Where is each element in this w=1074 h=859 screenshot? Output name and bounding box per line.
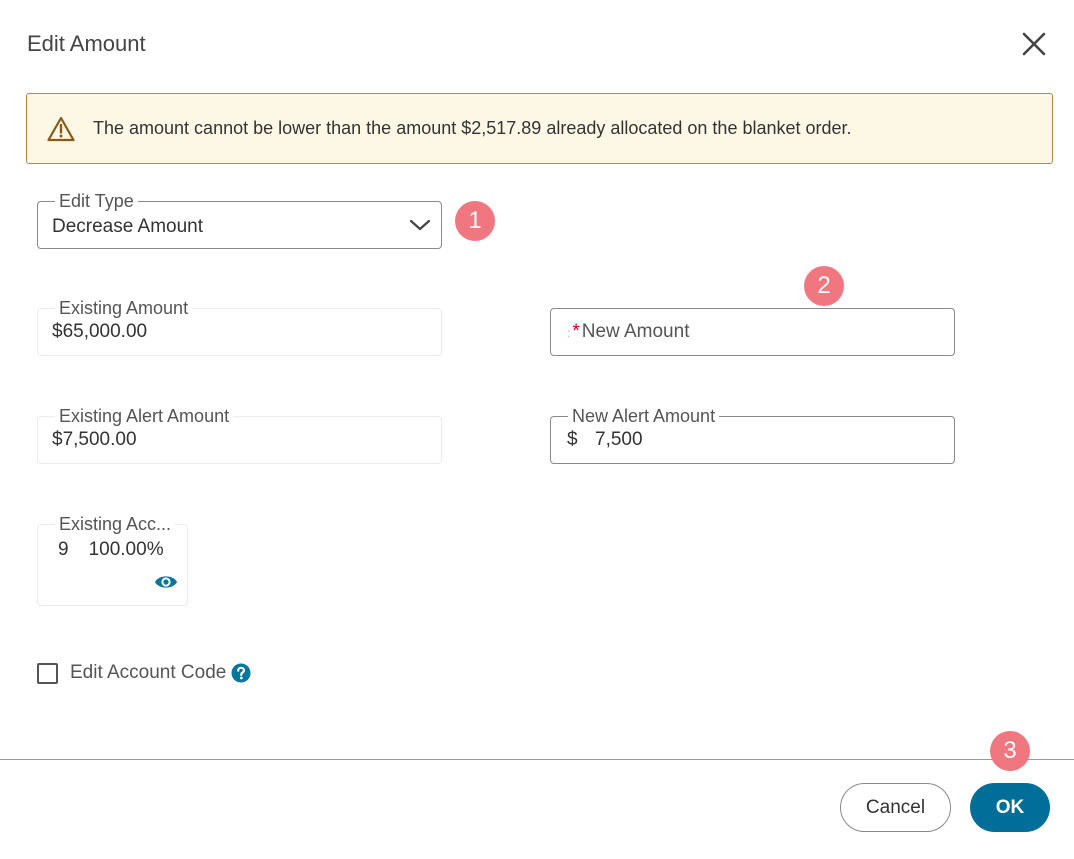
new-alert-amount-input[interactable]: New Alert Amount $ 7,500	[550, 406, 955, 464]
chevron-down-icon	[409, 219, 431, 231]
footer-divider	[0, 759, 1074, 760]
existing-account-label: Existing Acc...	[55, 514, 176, 534]
existing-account-row: 9 100.00%	[58, 539, 164, 561]
annotation-badge-3: 3	[990, 731, 1030, 771]
existing-amount-value: $65,000.00	[52, 321, 148, 342]
annotation-badge-2: 2	[804, 266, 844, 306]
currency-symbol: $	[567, 429, 578, 450]
edit-type-label: Edit Type	[55, 191, 138, 211]
new-amount-placeholder-text: New Amount	[581, 321, 690, 342]
existing-account-number: 9	[58, 539, 69, 560]
new-amount-input[interactable]: : * New Amount	[550, 308, 955, 356]
dialog-title: Edit Amount	[27, 31, 146, 56]
existing-alert-amount-field: Existing Alert Amount $7,500.00	[37, 406, 442, 464]
edit-account-code-row: Edit Account Code	[37, 662, 251, 684]
edit-account-code-checkbox[interactable]	[37, 662, 58, 684]
existing-account-percent: 100.00%	[88, 539, 164, 560]
existing-amount-label: Existing Amount	[55, 298, 193, 318]
new-alert-amount-value: 7,500	[595, 429, 643, 450]
ok-button[interactable]: OK	[970, 783, 1050, 832]
existing-alert-amount-label: Existing Alert Amount	[55, 406, 234, 426]
edit-account-code-label: Edit Account Code	[70, 662, 227, 683]
close-button[interactable]	[1018, 28, 1050, 60]
new-alert-amount-label: New Alert Amount	[568, 406, 720, 426]
existing-alert-amount-value: $7,500.00	[52, 429, 137, 450]
edit-amount-dialog: Edit Amount The amount cannot be lower t…	[0, 0, 1074, 859]
warning-text: The amount cannot be lower than the amou…	[93, 118, 852, 138]
edit-type-select[interactable]: Edit Type Decrease Amount	[37, 191, 442, 249]
edit-type-value: Decrease Amount	[52, 216, 204, 237]
new-amount-placeholder: : * New Amount	[567, 321, 690, 342]
existing-account-field: Existing Acc... 9 100.00%	[37, 514, 188, 606]
existing-amount-field: Existing Amount $65,000.00	[37, 298, 442, 356]
cancel-button[interactable]: Cancel	[840, 783, 951, 832]
eye-icon[interactable]	[154, 573, 178, 591]
required-marker: *	[572, 321, 580, 342]
annotation-badge-1: 1	[455, 201, 495, 241]
warning-triangle-icon	[47, 116, 77, 142]
warning-banner: The amount cannot be lower than the amou…	[26, 93, 1053, 164]
help-icon[interactable]	[231, 663, 251, 683]
close-icon	[1022, 32, 1046, 56]
